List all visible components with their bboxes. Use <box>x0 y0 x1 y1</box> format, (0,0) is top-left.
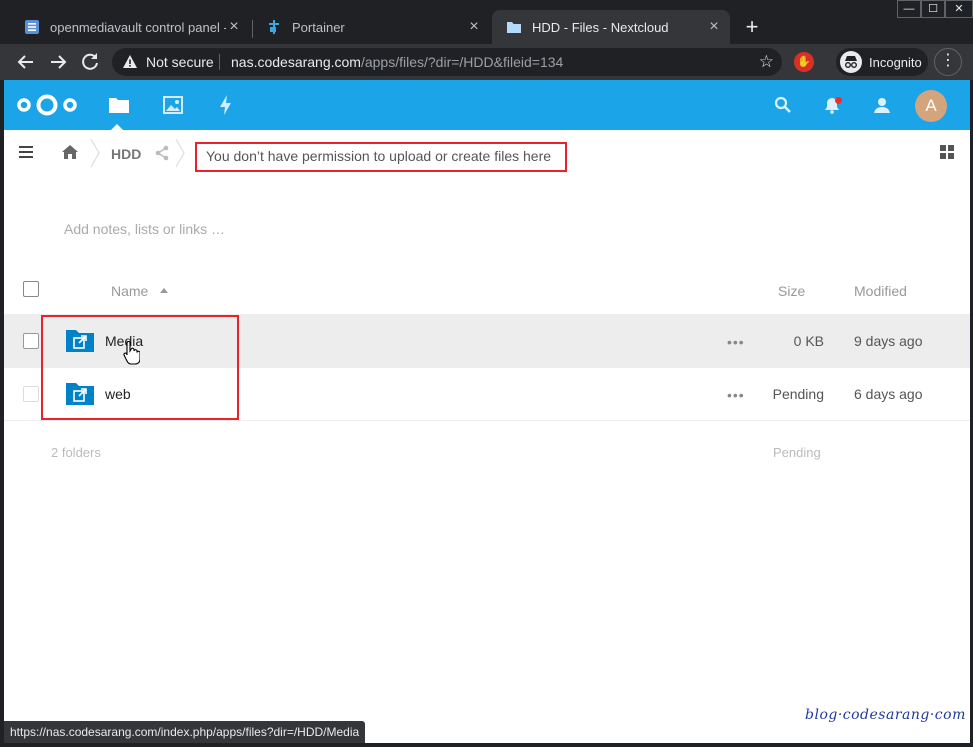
more-actions-icon[interactable]: ••• <box>727 387 745 403</box>
portainer-icon <box>269 20 279 34</box>
reload-icon[interactable] <box>78 50 102 74</box>
breadcrumb-separator <box>175 138 185 168</box>
notification-badge <box>835 97 842 104</box>
tab-nextcloud[interactable]: HDD - Files - Nextcloud × <box>492 10 730 44</box>
link-status-bubble: https://nas.codesarang.com/index.php/app… <box>4 721 366 743</box>
omv-icon <box>25 20 39 34</box>
sort-ascending-icon <box>160 288 168 293</box>
menu-icon[interactable] <box>18 144 34 160</box>
share-icon[interactable] <box>154 145 170 161</box>
breadcrumb-separator <box>90 138 100 168</box>
gallery-icon[interactable] <box>161 93 185 117</box>
rich-workspace-placeholder[interactable]: Add notes, lists or links … <box>64 221 225 237</box>
search-icon[interactable] <box>773 95 793 115</box>
file-summary: 2 folders Pending <box>4 421 970 481</box>
nextcloud-header: A <box>4 80 970 131</box>
user-avatar[interactable]: A <box>915 90 947 122</box>
files-icon[interactable] <box>107 93 131 117</box>
profile-label: Incognito <box>869 54 922 70</box>
security-label[interactable]: Not secure <box>146 54 214 70</box>
browser-chrome: — ☐ ✕ openmediavault control panel - c ×… <box>0 0 973 80</box>
browser-menu-icon[interactable]: ⋮ <box>934 48 962 76</box>
tab-title: Portainer <box>292 19 345 35</box>
incognito-profile-button[interactable]: Incognito <box>836 48 928 76</box>
window-frame-bottom <box>0 743 973 747</box>
file-modified: 9 days ago <box>854 333 923 349</box>
hand-cursor-icon <box>123 341 140 365</box>
row-checkbox[interactable] <box>23 333 39 349</box>
tab-strip: openmediavault control panel - c × Porta… <box>0 8 973 44</box>
tab-openmediavault[interactable]: openmediavault control panel - c × <box>10 10 250 44</box>
tab-title: openmediavault control panel - c <box>50 19 226 35</box>
activity-icon[interactable] <box>214 93 238 117</box>
forward-icon[interactable] <box>46 50 70 74</box>
more-actions-icon[interactable]: ••• <box>727 334 745 350</box>
file-size: Pending <box>772 386 824 402</box>
tab-title: HDD - Files - Nextcloud <box>532 19 669 35</box>
summary-size: Pending <box>773 445 821 460</box>
close-tab-icon[interactable]: × <box>226 19 242 35</box>
column-modified[interactable]: Modified <box>854 283 907 299</box>
browser-toolbar: Not secure nas.codesarang.com/apps/files… <box>0 44 973 80</box>
url-host: nas.codesarang.com <box>231 54 361 70</box>
tab-portainer[interactable]: Portainer × <box>252 10 490 44</box>
summary-count: 2 folders <box>51 445 101 460</box>
incognito-icon <box>840 51 862 73</box>
breadcrumb-hdd[interactable]: HDD <box>111 146 141 162</box>
address-bar[interactable]: Not secure nas.codesarang.com/apps/files… <box>112 48 782 76</box>
folder-icon <box>507 22 521 33</box>
close-tab-icon[interactable]: × <box>466 19 482 35</box>
watermark: blog·codesarang·com <box>805 707 966 723</box>
new-tab-button[interactable]: + <box>740 16 764 40</box>
breadcrumb-bar: HDD You don’t have permission to upload … <box>4 130 970 176</box>
row-checkbox[interactable] <box>23 386 39 402</box>
contacts-icon[interactable] <box>872 95 892 115</box>
file-table-header: Name Size Modified <box>4 265 970 315</box>
home-icon[interactable] <box>61 144 79 160</box>
permission-message: You don’t have permission to upload or c… <box>195 142 567 172</box>
divider <box>219 54 220 70</box>
warning-icon[interactable] <box>122 54 138 70</box>
bookmark-star-icon[interactable]: ☆ <box>759 52 774 72</box>
annotation-highlight-box <box>41 315 239 420</box>
nextcloud-app: A HDD You don’t have permission to uploa… <box>4 80 970 743</box>
url-text[interactable]: nas.codesarang.com/apps/files/?dir=/HDD&… <box>231 54 563 70</box>
extension-hand-icon[interactable]: ✋ <box>794 52 814 72</box>
column-size[interactable]: Size <box>778 283 805 299</box>
url-path: /apps/files/?dir=/HDD&fileid=134 <box>360 54 564 70</box>
select-all-checkbox[interactable] <box>23 281 39 297</box>
file-size: 0 KB <box>793 333 824 349</box>
grid-view-icon[interactable] <box>940 145 954 159</box>
back-icon[interactable] <box>14 50 38 74</box>
close-tab-icon[interactable]: × <box>706 19 722 35</box>
column-name[interactable]: Name <box>111 283 148 299</box>
file-modified: 6 days ago <box>854 386 923 402</box>
nextcloud-logo-icon[interactable] <box>16 92 78 118</box>
